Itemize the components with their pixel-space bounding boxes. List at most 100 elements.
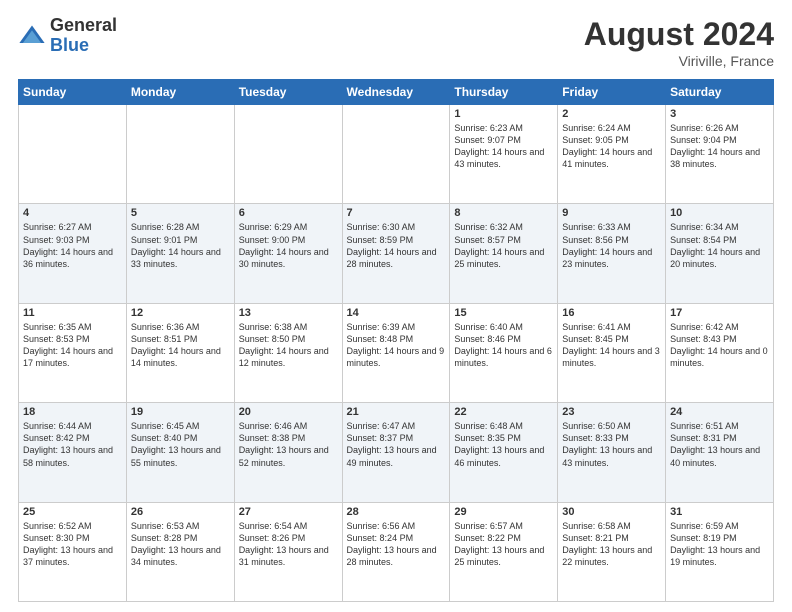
day-number: 25 <box>23 506 122 518</box>
day-number: 15 <box>454 307 553 319</box>
calendar-cell: 19 Sunrise: 6:45 AM Sunset: 8:40 PM Dayli… <box>126 403 234 502</box>
day-info: Sunrise: 6:48 AM Sunset: 8:35 PM Dayligh… <box>454 420 553 469</box>
day-number: 10 <box>670 207 769 219</box>
day-number: 19 <box>131 406 230 418</box>
day-number: 11 <box>23 307 122 319</box>
page: General Blue August 2024 Viriville, Fran… <box>0 0 792 612</box>
calendar-cell: 1 Sunrise: 6:23 AM Sunset: 9:07 PM Daylig… <box>450 105 558 204</box>
logo-blue: Blue <box>50 36 117 56</box>
day-info: Sunrise: 6:26 AM Sunset: 9:04 PM Dayligh… <box>670 122 769 171</box>
logo-icon <box>18 22 46 50</box>
calendar-cell: 10 Sunrise: 6:34 AM Sunset: 8:54 PM Dayli… <box>666 204 774 303</box>
day-info: Sunrise: 6:34 AM Sunset: 8:54 PM Dayligh… <box>670 221 769 270</box>
day-info: Sunrise: 6:44 AM Sunset: 8:42 PM Dayligh… <box>23 420 122 469</box>
day-number: 13 <box>239 307 338 319</box>
calendar-cell: 14Sunrise: 6:39 AM Sunset: 8:48 PM Dayli… <box>342 303 450 402</box>
day-info: Sunrise: 6:33 AM Sunset: 8:56 PM Dayligh… <box>562 221 661 270</box>
day-info: Sunrise: 6:35 AM Sunset: 8:53 PM Dayligh… <box>23 321 122 370</box>
calendar-cell: 8 Sunrise: 6:32 AM Sunset: 8:57 PM Daylig… <box>450 204 558 303</box>
column-header-tuesday: Tuesday <box>234 80 342 105</box>
day-info: Sunrise: 6:52 AM Sunset: 8:30 PM Dayligh… <box>23 520 122 569</box>
day-number: 24 <box>670 406 769 418</box>
day-info: Sunrise: 6:41 AM Sunset: 8:45 PM Dayligh… <box>562 321 661 370</box>
day-number: 30 <box>562 506 661 518</box>
calendar-week-row: 4Sunrise: 6:27 AM Sunset: 9:03 PM Daylig… <box>19 204 774 303</box>
calendar-cell: 27 Sunrise: 6:54 AM Sunset: 8:26 PM Dayli… <box>234 502 342 601</box>
day-info: Sunrise: 6:51 AM Sunset: 8:31 PM Dayligh… <box>670 420 769 469</box>
day-info: Sunrise: 6:29 AM Sunset: 9:00 PM Dayligh… <box>239 221 338 270</box>
day-info: Sunrise: 6:53 AM Sunset: 8:28 PM Dayligh… <box>131 520 230 569</box>
calendar-cell <box>342 105 450 204</box>
day-number: 1 <box>454 108 553 120</box>
calendar-cell: 9 Sunrise: 6:33 AM Sunset: 8:56 PM Daylig… <box>558 204 666 303</box>
calendar-cell: 16 Sunrise: 6:41 AM Sunset: 8:45 PM Dayli… <box>558 303 666 402</box>
column-header-wednesday: Wednesday <box>342 80 450 105</box>
day-number: 21 <box>347 406 446 418</box>
day-number: 16 <box>562 307 661 319</box>
calendar-cell <box>19 105 127 204</box>
day-info: Sunrise: 6:24 AM Sunset: 9:05 PM Dayligh… <box>562 122 661 171</box>
column-header-thursday: Thursday <box>450 80 558 105</box>
calendar-cell: 29Sunrise: 6:57 AM Sunset: 8:22 PM Dayli… <box>450 502 558 601</box>
column-header-saturday: Saturday <box>666 80 774 105</box>
calendar-cell: 23Sunrise: 6:50 AM Sunset: 8:33 PM Dayli… <box>558 403 666 502</box>
day-number: 17 <box>670 307 769 319</box>
calendar-cell: 11 Sunrise: 6:35 AM Sunset: 8:53 PM Dayli… <box>19 303 127 402</box>
day-number: 9 <box>562 207 661 219</box>
day-info: Sunrise: 6:30 AM Sunset: 8:59 PM Dayligh… <box>347 221 446 270</box>
calendar-cell <box>126 105 234 204</box>
column-header-monday: Monday <box>126 80 234 105</box>
day-number: 3 <box>670 108 769 120</box>
calendar-cell: 2Sunrise: 6:24 AM Sunset: 9:05 PM Daylig… <box>558 105 666 204</box>
day-info: Sunrise: 6:57 AM Sunset: 8:22 PM Dayligh… <box>454 520 553 569</box>
calendar-cell: 31Sunrise: 6:59 AM Sunset: 8:19 PM Dayli… <box>666 502 774 601</box>
day-info: Sunrise: 6:58 AM Sunset: 8:21 PM Dayligh… <box>562 520 661 569</box>
calendar-cell: 7 Sunrise: 6:30 AM Sunset: 8:59 PM Daylig… <box>342 204 450 303</box>
calendar-cell: 30 Sunrise: 6:58 AM Sunset: 8:21 PM Dayli… <box>558 502 666 601</box>
calendar-week-row: 11 Sunrise: 6:35 AM Sunset: 8:53 PM Dayli… <box>19 303 774 402</box>
column-header-friday: Friday <box>558 80 666 105</box>
day-number: 27 <box>239 506 338 518</box>
calendar-cell: 25 Sunrise: 6:52 AM Sunset: 8:30 PM Dayli… <box>19 502 127 601</box>
day-number: 14 <box>347 307 446 319</box>
day-info: Sunrise: 6:45 AM Sunset: 8:40 PM Dayligh… <box>131 420 230 469</box>
day-number: 8 <box>454 207 553 219</box>
calendar-cell: 28 Sunrise: 6:56 AM Sunset: 8:24 PM Dayli… <box>342 502 450 601</box>
day-number: 7 <box>347 207 446 219</box>
day-number: 26 <box>131 506 230 518</box>
day-number: 23 <box>562 406 661 418</box>
day-info: Sunrise: 6:28 AM Sunset: 9:01 PM Dayligh… <box>131 221 230 270</box>
day-info: Sunrise: 6:46 AM Sunset: 8:38 PM Dayligh… <box>239 420 338 469</box>
month-title: August 2024 <box>584 16 774 53</box>
calendar-cell: 6Sunrise: 6:29 AM Sunset: 9:00 PM Daylig… <box>234 204 342 303</box>
day-number: 5 <box>131 207 230 219</box>
calendar-cell: 13Sunrise: 6:38 AM Sunset: 8:50 PM Dayli… <box>234 303 342 402</box>
calendar-cell: 15Sunrise: 6:40 AM Sunset: 8:46 PM Dayli… <box>450 303 558 402</box>
day-number: 28 <box>347 506 446 518</box>
title-block: August 2024 Viriville, France <box>584 16 774 69</box>
day-info: Sunrise: 6:54 AM Sunset: 8:26 PM Dayligh… <box>239 520 338 569</box>
location: Viriville, France <box>584 53 774 69</box>
calendar-cell: 18 Sunrise: 6:44 AM Sunset: 8:42 PM Dayli… <box>19 403 127 502</box>
calendar-week-row: 25 Sunrise: 6:52 AM Sunset: 8:30 PM Dayli… <box>19 502 774 601</box>
calendar-cell: 17Sunrise: 6:42 AM Sunset: 8:43 PM Dayli… <box>666 303 774 402</box>
day-info: Sunrise: 6:56 AM Sunset: 8:24 PM Dayligh… <box>347 520 446 569</box>
calendar-cell: 20Sunrise: 6:46 AM Sunset: 8:38 PM Dayli… <box>234 403 342 502</box>
day-number: 12 <box>131 307 230 319</box>
calendar-cell: 22Sunrise: 6:48 AM Sunset: 8:35 PM Dayli… <box>450 403 558 502</box>
calendar-header-row: SundayMondayTuesdayWednesdayThursdayFrid… <box>19 80 774 105</box>
calendar-cell: 4Sunrise: 6:27 AM Sunset: 9:03 PM Daylig… <box>19 204 127 303</box>
calendar-cell <box>234 105 342 204</box>
day-info: Sunrise: 6:23 AM Sunset: 9:07 PM Dayligh… <box>454 122 553 171</box>
calendar-cell: 5 Sunrise: 6:28 AM Sunset: 9:01 PM Daylig… <box>126 204 234 303</box>
day-number: 18 <box>23 406 122 418</box>
day-number: 4 <box>23 207 122 219</box>
day-number: 31 <box>670 506 769 518</box>
calendar-cell: 24 Sunrise: 6:51 AM Sunset: 8:31 PM Dayli… <box>666 403 774 502</box>
logo-text: General Blue <box>50 16 117 56</box>
header: General Blue August 2024 Viriville, Fran… <box>18 16 774 69</box>
day-info: Sunrise: 6:32 AM Sunset: 8:57 PM Dayligh… <box>454 221 553 270</box>
calendar-cell: 3 Sunrise: 6:26 AM Sunset: 9:04 PM Daylig… <box>666 105 774 204</box>
calendar-table: SundayMondayTuesdayWednesdayThursdayFrid… <box>18 79 774 602</box>
calendar-week-row: 1 Sunrise: 6:23 AM Sunset: 9:07 PM Daylig… <box>19 105 774 204</box>
